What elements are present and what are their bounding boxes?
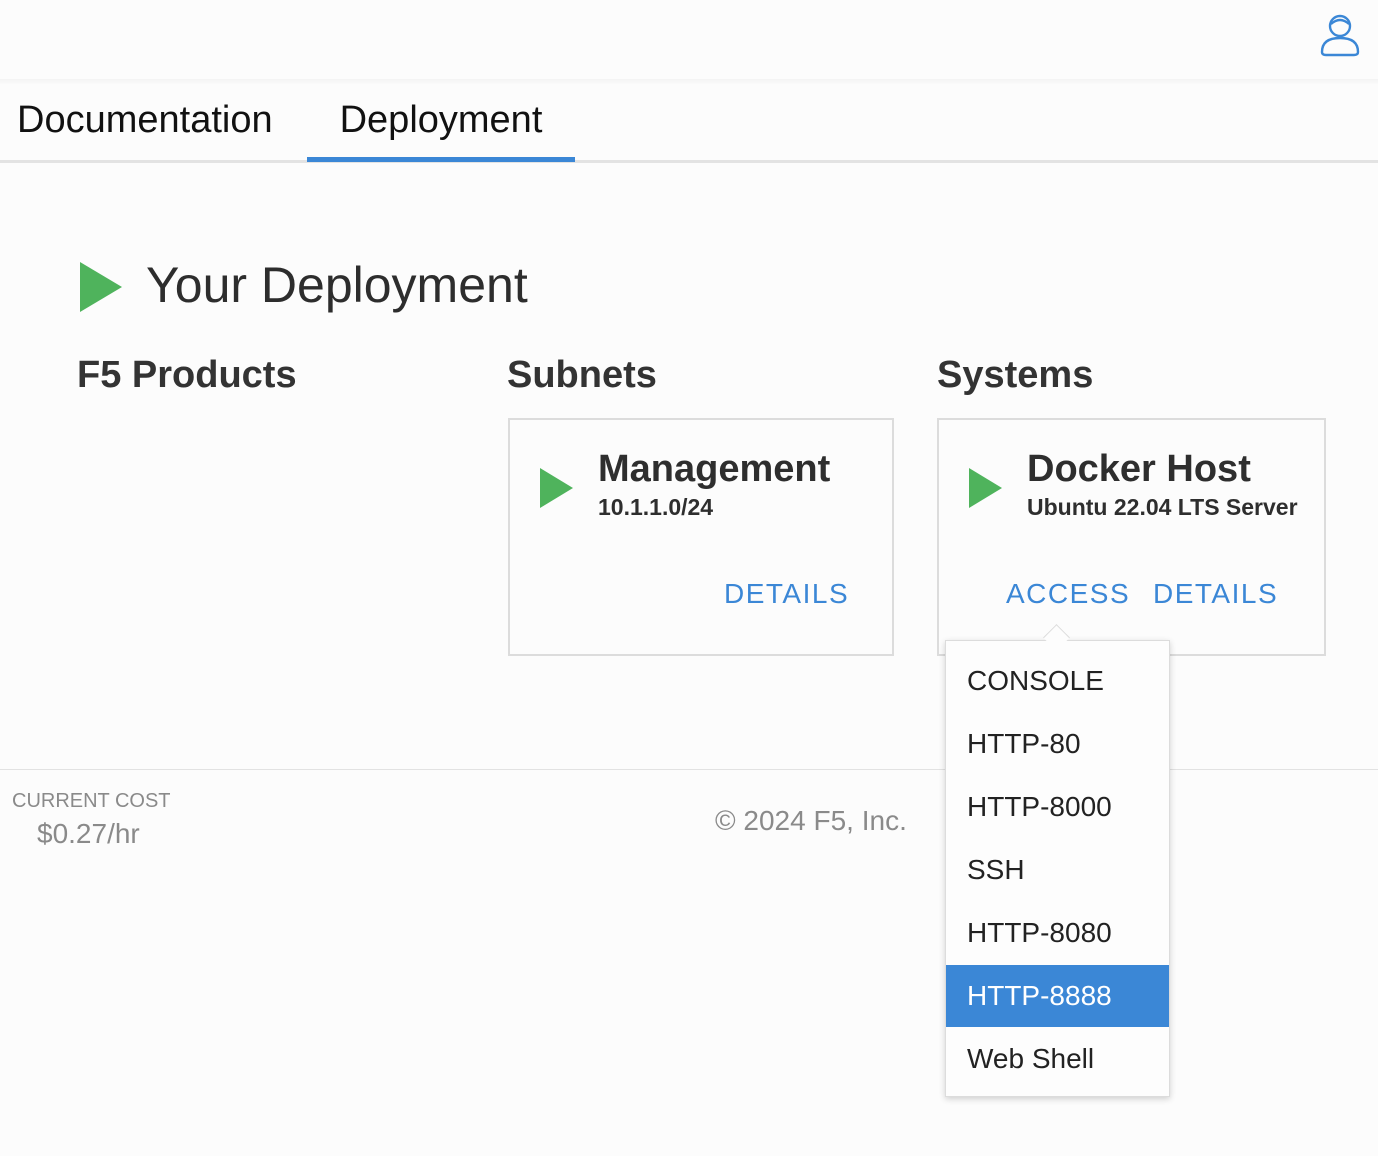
page-title: Your Deployment <box>146 257 528 313</box>
tab-deployment[interactable]: Deployment <box>307 84 575 160</box>
active-tab-indicator <box>307 157 575 162</box>
subnet-name: Management <box>598 448 831 490</box>
menu-item-http-8000[interactable]: HTTP-8000 <box>946 776 1169 838</box>
menu-item-http-80[interactable]: HTTP-80 <box>946 713 1169 775</box>
menu-item-web-shell[interactable]: Web Shell <box>946 1028 1169 1090</box>
footer-divider <box>0 769 1378 770</box>
subnet-details-button[interactable]: DETAILS <box>724 578 849 610</box>
menu-item-console[interactable]: CONSOLE <box>946 650 1169 712</box>
subnets-column-title: Subnets <box>507 354 657 396</box>
top-bar <box>0 0 1378 80</box>
subnet-cidr: 10.1.1.0/24 <box>598 494 714 520</box>
tab-bar: Documentation Deployment <box>0 84 1378 163</box>
page: Documentation Deployment Your Deployment… <box>0 0 1378 1156</box>
system-details-button[interactable]: DETAILS <box>1153 578 1278 610</box>
current-cost-value: $0.27/hr <box>37 818 140 849</box>
system-name: Docker Host <box>1027 448 1251 490</box>
menu-item-http-8080[interactable]: HTTP-8080 <box>946 902 1169 964</box>
copyright: © 2024 F5, Inc. <box>715 805 907 836</box>
current-cost-label: CURRENT COST <box>12 790 171 812</box>
menu-item-http-8888[interactable]: HTTP-8888 <box>946 965 1169 1027</box>
user-icon[interactable] <box>1318 12 1362 58</box>
systems-column-title: Systems <box>937 354 1094 396</box>
tab-documentation[interactable]: Documentation <box>17 84 273 160</box>
menu-item-ssh[interactable]: SSH <box>946 839 1169 901</box>
access-dropdown-menu: CONSOLE HTTP-80 HTTP-8000 SSH HTTP-8080 … <box>945 640 1170 1097</box>
play-icon <box>80 262 122 312</box>
play-icon <box>540 468 573 508</box>
play-icon <box>969 468 1002 508</box>
access-button[interactable]: ACCESS <box>1006 578 1130 610</box>
system-card-docker-host: Docker Host Ubuntu 22.04 LTS Server ACCE… <box>937 418 1326 656</box>
products-column-title: F5 Products <box>77 354 297 396</box>
system-os: Ubuntu 22.04 LTS Server <box>1027 494 1298 520</box>
subnet-card-management: Management 10.1.1.0/24 DETAILS <box>508 418 894 656</box>
